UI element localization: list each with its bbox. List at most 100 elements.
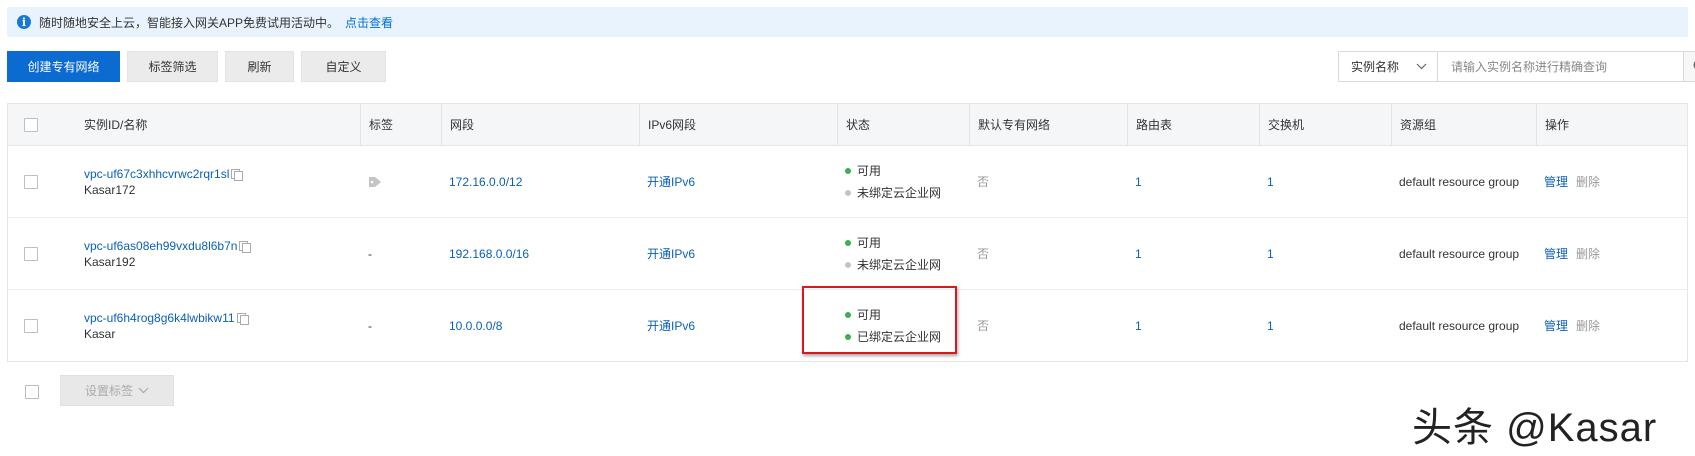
tags-value: - [368, 246, 372, 261]
resource-group-value: default resource group [1399, 174, 1520, 189]
cen-dot-icon [845, 261, 851, 268]
row-resource-group-cell: default resource group [1391, 218, 1536, 289]
header-vswitch: 交换机 [1259, 104, 1391, 145]
delete-link[interactable]: 删除 [1576, 173, 1600, 190]
row-resource-group-cell: default resource group [1391, 146, 1536, 217]
status-highlight-box [802, 286, 957, 354]
instance-id-link[interactable]: vpc-uf6as08eh99vxdu8l6b7n [84, 239, 360, 253]
delete-link[interactable]: 删除 [1576, 245, 1600, 262]
enable-ipv6-link[interactable]: 开通IPv6 [647, 245, 837, 262]
instance-id[interactable]: vpc-uf6h4rog8g6k4lwbikw11 [84, 311, 235, 325]
search-field-label: 实例名称 [1351, 60, 1400, 74]
row-cidr-cell: 172.16.0.0/12 [441, 146, 639, 217]
instance-id-link[interactable]: vpc-uf6h4rog8g6k4lwbikw11 [84, 311, 360, 325]
search-button[interactable] [1683, 52, 1695, 81]
enable-ipv6-link[interactable]: 开通IPv6 [647, 173, 837, 190]
header-resource-group: 资源组 [1391, 104, 1536, 145]
set-tags-label: 设置标签 [84, 384, 133, 398]
row-id-name-cell: vpc-uf6h4rog8g6k4lwbikw11 Kasar [76, 290, 360, 361]
notice-banner: i 随时随地安全上云，智能接入网关APP免费试用活动中。 点击查看 [7, 7, 1688, 37]
copy-icon[interactable] [239, 240, 252, 253]
resource-group-value: default resource group [1399, 318, 1520, 333]
cidr-link[interactable]: 10.0.0.0/8 [449, 319, 639, 333]
vswitch-link[interactable]: 1 [1267, 247, 1391, 261]
cen-text: 未绑定云企业网 [857, 257, 942, 272]
row-checkbox[interactable] [24, 246, 38, 261]
refresh-button[interactable]: 刷新 [225, 51, 294, 82]
row-ipv6-cell: 开通IPv6 [639, 146, 837, 217]
row-default-vpc-cell: 否 [969, 290, 1127, 361]
search-field-select[interactable]: 实例名称 [1339, 52, 1438, 81]
delete-link[interactable]: 删除 [1576, 317, 1600, 334]
tag-filter-button[interactable]: 标签筛选 [127, 51, 218, 82]
default-vpc-value: 否 [977, 175, 990, 189]
search-input[interactable] [1438, 52, 1683, 81]
row-ipv6-cell: 开通IPv6 [639, 218, 837, 289]
row-id-name-cell: vpc-uf67c3xhhcvrwc2rqr1sl Kasar172 [76, 146, 360, 217]
customize-button[interactable]: 自定义 [301, 51, 386, 82]
header-status: 状态 [837, 104, 969, 145]
row-route-table-cell: 1 [1127, 218, 1259, 289]
row-route-table-cell: 1 [1127, 290, 1259, 361]
cidr-link[interactable]: 192.168.0.0/16 [449, 247, 639, 261]
header-id-name: 实例ID/名称 [84, 118, 148, 132]
row-checkbox[interactable] [24, 318, 38, 333]
create-vpc-button[interactable]: 创建专有网络 [7, 51, 120, 82]
status-text: 可用 [857, 235, 882, 250]
row-route-table-cell: 1 [1127, 146, 1259, 217]
vswitch-link[interactable]: 1 [1267, 175, 1391, 189]
manage-link[interactable]: 管理 [1544, 317, 1568, 334]
row-resource-group-cell: default resource group [1391, 290, 1536, 361]
table-row: vpc-uf67c3xhhcvrwc2rqr1sl Kasar172 172.1… [8, 146, 1687, 218]
status-cen: 未绑定云企业网 [845, 182, 969, 204]
cidr-link[interactable]: 172.16.0.0/12 [449, 175, 639, 189]
table-row: vpc-uf6as08eh99vxdu8l6b7n Kasar192 - 192… [8, 218, 1687, 290]
status-dot-icon [845, 167, 851, 174]
vswitch-link[interactable]: 1 [1267, 319, 1391, 333]
instance-name: Kasar172 [84, 182, 136, 197]
instance-id[interactable]: vpc-uf6as08eh99vxdu8l6b7n [84, 239, 237, 253]
footer-select-all-checkbox[interactable] [25, 385, 39, 399]
row-actions-cell: 管理 删除 [1536, 146, 1687, 217]
copy-icon[interactable] [231, 168, 244, 181]
instance-name: Kasar [84, 326, 116, 341]
row-default-vpc-cell: 否 [969, 218, 1127, 289]
manage-link[interactable]: 管理 [1544, 245, 1568, 262]
toolbar: 创建专有网络 标签筛选 刷新 自定义 [7, 51, 393, 82]
row-tags-cell: - [360, 290, 441, 361]
instance-id[interactable]: vpc-uf67c3xhhcvrwc2rqr1sl [84, 167, 229, 181]
copy-icon[interactable] [236, 312, 249, 325]
header-actions: 操作 [1536, 104, 1687, 145]
header-cidr: 网段 [441, 104, 639, 145]
row-actions-cell: 管理 删除 [1536, 290, 1687, 361]
manage-link[interactable]: 管理 [1544, 173, 1568, 190]
banner-link[interactable]: 点击查看 [345, 14, 393, 31]
status-text: 可用 [857, 163, 882, 178]
cen-dot-icon [845, 189, 851, 196]
instance-id-link[interactable]: vpc-uf67c3xhhcvrwc2rqr1sl [84, 167, 360, 181]
header-tags: 标签 [360, 104, 441, 145]
row-select-cell [8, 146, 76, 217]
chevron-down-icon [138, 387, 149, 394]
route-table-link[interactable]: 1 [1135, 247, 1259, 261]
row-default-vpc-cell: 否 [969, 146, 1127, 217]
row-cidr-cell: 192.168.0.0/16 [441, 218, 639, 289]
row-select-cell [8, 218, 76, 289]
select-all-checkbox[interactable] [24, 117, 38, 132]
footer-select-all [25, 385, 39, 399]
watermark: 头条 @Kasar [1412, 406, 1658, 450]
route-table-link[interactable]: 1 [1135, 319, 1259, 333]
default-vpc-value: 否 [977, 319, 990, 333]
row-checkbox[interactable] [24, 174, 38, 189]
header-default-vpc: 默认专有网络 [969, 104, 1127, 145]
set-tags-button[interactable]: 设置标签 [60, 375, 174, 406]
status-dot-icon [845, 239, 851, 246]
instance-name: Kasar192 [84, 254, 136, 269]
default-vpc-value: 否 [977, 247, 990, 261]
route-table-link[interactable]: 1 [1135, 175, 1259, 189]
status-cen: 未绑定云企业网 [845, 254, 969, 276]
row-cidr-cell: 10.0.0.0/8 [441, 290, 639, 361]
row-tags-cell: - [360, 218, 441, 289]
search-bar: 实例名称 [1338, 51, 1695, 82]
header-select-all-cell [8, 104, 76, 145]
